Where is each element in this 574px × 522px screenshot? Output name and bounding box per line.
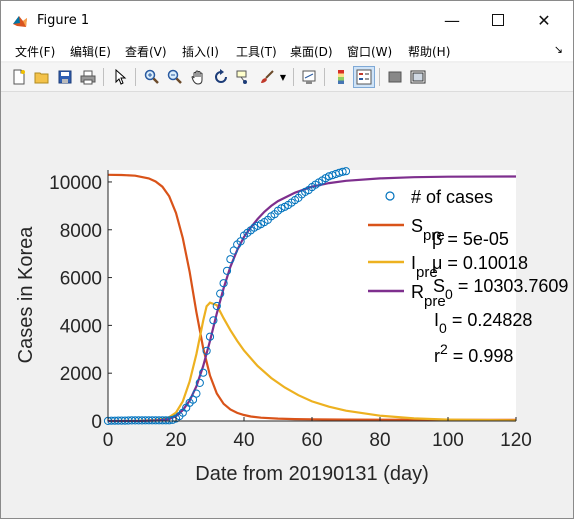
brush-button[interactable] bbox=[256, 66, 278, 88]
rotate-3d-icon bbox=[215, 69, 227, 83]
open-file-icon bbox=[34, 72, 49, 84]
matlab-icon bbox=[13, 16, 27, 27]
hide-plot-tools-icon bbox=[388, 71, 402, 83]
x-tick-label: 100 bbox=[432, 430, 464, 451]
menu-edit[interactable]: 编辑(E) bbox=[70, 43, 111, 60]
close-button[interactable]: ✕ bbox=[521, 1, 567, 39]
new-figure-button[interactable] bbox=[8, 66, 30, 88]
y-tick-label: 10000 bbox=[49, 173, 102, 194]
chart-svg[interactable]: 0 20 40 60 80 100 120 0 2000 4000 6000 8000 10000 D… bbox=[1, 92, 573, 518]
maximize-icon bbox=[492, 14, 504, 26]
colorbar-icon bbox=[338, 70, 344, 84]
figure-canvas: 0 20 40 60 80 100 120 0 2000 4000 6000 8000 10000 D… bbox=[1, 92, 573, 518]
menu-insert[interactable]: 插入(I) bbox=[182, 43, 219, 60]
hide-plot-tools-button[interactable] bbox=[384, 66, 406, 88]
zoom-in-icon bbox=[144, 69, 159, 84]
open-file-button[interactable] bbox=[31, 66, 53, 88]
toolbar-separator bbox=[103, 68, 104, 86]
figure-window: Figure 1 — ✕ 文件(F) 编辑(E) 查看(V) 插入(I) 工具(… bbox=[0, 0, 574, 519]
data-cursor-button[interactable] bbox=[233, 66, 255, 88]
show-plot-tools-button[interactable] bbox=[407, 66, 429, 88]
x-tick-label: 20 bbox=[165, 430, 186, 451]
toolbar-separator bbox=[293, 68, 294, 86]
x-tick-label: 0 bbox=[103, 430, 114, 451]
toolbar-separator bbox=[135, 68, 136, 86]
window-title: Figure 1 bbox=[37, 13, 90, 28]
x-tick-label: 40 bbox=[233, 430, 254, 451]
figure-toolbar: ▼ bbox=[1, 63, 573, 92]
y-tick-label: 2000 bbox=[60, 364, 102, 385]
annotation-parameter: μ = 0.10018 bbox=[432, 253, 528, 273]
y-tick-label: 8000 bbox=[60, 221, 102, 242]
y-axis-label: Cases in Korea bbox=[15, 226, 37, 364]
save-icon bbox=[58, 70, 72, 84]
menu-view[interactable]: 查看(V) bbox=[125, 43, 167, 60]
menu-tools[interactable]: 工具(T) bbox=[236, 43, 277, 60]
annotation-parameter: β = 5e-05 bbox=[432, 229, 509, 249]
x-axis-label: Date from 20190131 (day) bbox=[195, 463, 428, 485]
rotate-3d-button[interactable] bbox=[210, 66, 232, 88]
legend-icon bbox=[356, 69, 372, 85]
chevron-down-icon: ▼ bbox=[279, 72, 287, 82]
show-plot-tools-icon bbox=[410, 70, 426, 84]
zoom-in-button[interactable] bbox=[141, 66, 163, 88]
link-plot-icon bbox=[302, 70, 316, 84]
zoom-out-icon bbox=[167, 69, 182, 84]
title-bar: Figure 1 — ✕ bbox=[1, 1, 573, 39]
close-icon: ✕ bbox=[537, 10, 551, 30]
y-tick-label: 6000 bbox=[60, 269, 102, 290]
print-button[interactable] bbox=[77, 66, 99, 88]
brush-icon bbox=[261, 70, 274, 83]
link-plot-button[interactable] bbox=[298, 66, 320, 88]
toolbar-separator bbox=[324, 68, 325, 86]
pointer-icon bbox=[115, 69, 127, 85]
zoom-out-button[interactable] bbox=[164, 66, 186, 88]
menu-desktop[interactable]: 桌面(D) bbox=[290, 43, 333, 60]
new-figure-icon bbox=[13, 69, 25, 85]
dock-arrow-icon[interactable]: ↘ bbox=[554, 43, 563, 56]
x-tick-label: 120 bbox=[500, 430, 532, 451]
menu-help[interactable]: 帮助(H) bbox=[408, 43, 450, 60]
legend-label: # of cases bbox=[411, 187, 493, 207]
pan-button[interactable] bbox=[187, 66, 209, 88]
print-icon bbox=[80, 70, 96, 85]
maximize-button[interactable] bbox=[475, 1, 521, 39]
edit-plot-button[interactable] bbox=[109, 66, 131, 88]
toolbar-separator bbox=[379, 68, 380, 86]
insert-colorbar-button[interactable] bbox=[330, 66, 352, 88]
y-tick-label: 4000 bbox=[60, 316, 102, 337]
data-cursor-icon bbox=[236, 70, 247, 84]
y-tick-label: 0 bbox=[91, 412, 102, 433]
save-button[interactable] bbox=[54, 66, 76, 88]
pan-hand-icon bbox=[191, 70, 203, 85]
menu-bar: 文件(F) 编辑(E) 查看(V) 插入(I) 工具(T) 桌面(D) 窗口(W… bbox=[1, 39, 573, 61]
menu-window[interactable]: 窗口(W) bbox=[347, 43, 392, 60]
insert-legend-button[interactable] bbox=[353, 66, 375, 88]
minimize-icon: — bbox=[444, 10, 460, 30]
x-tick-label: 80 bbox=[369, 430, 390, 451]
menu-file[interactable]: 文件(F) bbox=[15, 43, 55, 60]
brush-dropdown[interactable]: ▼ bbox=[277, 66, 289, 88]
minimize-button[interactable]: — bbox=[429, 1, 475, 39]
x-tick-label: 60 bbox=[301, 430, 322, 451]
